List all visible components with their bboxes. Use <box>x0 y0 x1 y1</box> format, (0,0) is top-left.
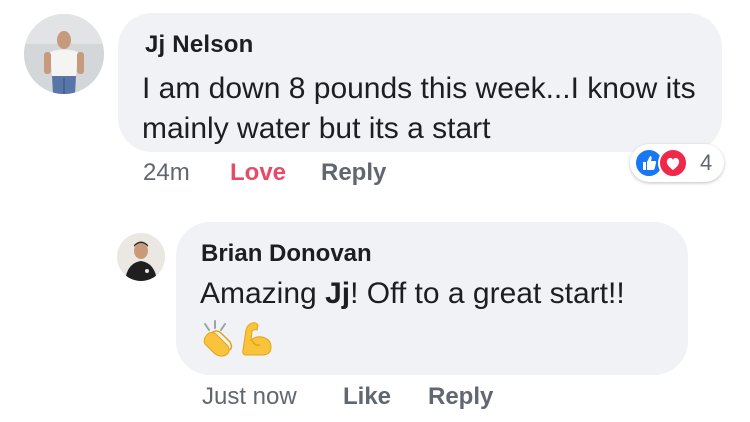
comment-author[interactable]: Brian Donovan <box>201 240 372 268</box>
comment-bubble: Jj Nelson I am down 8 pounds this week..… <box>118 13 722 152</box>
like-button[interactable]: Like <box>343 382 391 412</box>
reply-button[interactable]: Reply <box>428 382 493 412</box>
comment-thread: Jj Nelson I am down 8 pounds this week..… <box>0 0 750 422</box>
reaction-summary[interactable]: 4 <box>630 144 724 182</box>
avatar[interactable] <box>117 233 165 281</box>
mention-name: Jj <box>325 277 351 310</box>
comment-timestamp[interactable]: Just now <box>202 382 297 412</box>
emoji-row <box>200 320 276 360</box>
comment-text-after: ! Off to a great start!! <box>350 277 625 310</box>
love-button[interactable]: Love <box>230 158 286 188</box>
comment-text: Amazing Jj! Off to a great start!! <box>200 274 625 314</box>
comment-text: I am down 8 pounds this week...I know it… <box>142 72 696 145</box>
reply-button[interactable]: Reply <box>321 158 386 188</box>
comment-timestamp[interactable]: 24m <box>143 158 190 188</box>
love-icon <box>658 148 688 178</box>
reaction-count: 4 <box>700 150 713 175</box>
clapping-hands-emoji <box>203 320 233 357</box>
person-photo-icon <box>117 233 165 281</box>
flexed-biceps-emoji <box>242 322 272 356</box>
comment-author[interactable]: Jj Nelson <box>145 31 254 59</box>
comment-text-before: Amazing <box>200 277 326 310</box>
person-photo-icon <box>24 14 104 94</box>
avatar[interactable] <box>24 14 104 94</box>
comment-bubble: Brian Donovan Amazing Jj! Off to a great… <box>176 222 688 375</box>
